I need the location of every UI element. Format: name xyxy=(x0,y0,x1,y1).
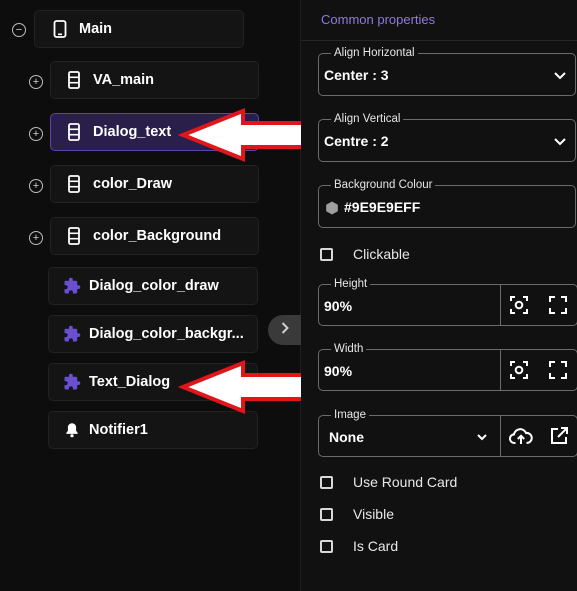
checkbox-label: Clickable xyxy=(353,246,410,262)
field-value: 90% xyxy=(324,298,353,314)
plus-icon: + xyxy=(32,231,40,244)
align-horizontal-select[interactable]: Align Horizontal Center : 3 xyxy=(318,46,576,96)
tree-node-label: Dialog_color_backgr... xyxy=(89,326,244,342)
clickable-checkbox[interactable] xyxy=(320,247,333,261)
puzzle-icon xyxy=(63,277,81,295)
tree-node-label: Notifier1 xyxy=(89,422,148,438)
tree-node-label: VA_main xyxy=(93,72,154,88)
height-field[interactable]: Height 90% xyxy=(318,277,577,326)
open-external-icon[interactable] xyxy=(548,425,570,447)
tree-node-main[interactable]: Main xyxy=(34,10,244,48)
chevron-down-icon xyxy=(554,138,566,146)
expand-toggle-va-main[interactable]: + xyxy=(29,75,43,89)
visible-checkbox-row[interactable]: Visible xyxy=(320,506,394,522)
field-label: Height xyxy=(331,277,371,291)
tree-node-color-draw[interactable]: color_Draw xyxy=(50,165,259,203)
field-label: Align Vertical xyxy=(331,112,404,126)
tree-node-notifier1[interactable]: Notifier1 xyxy=(48,411,258,449)
checkbox-label: Use Round Card xyxy=(353,474,458,490)
clickable-checkbox-row[interactable]: Clickable xyxy=(320,246,410,262)
expand-toggle-color-background[interactable]: + xyxy=(29,231,43,245)
fit-content-icon[interactable] xyxy=(508,359,530,381)
layout-rows-icon xyxy=(65,71,83,89)
is-card-checkbox[interactable] xyxy=(320,539,333,553)
collapse-toggle-main[interactable]: − xyxy=(12,23,26,37)
field-label: Image xyxy=(331,408,369,422)
bell-icon xyxy=(63,422,81,438)
fullscreen-icon[interactable] xyxy=(547,359,569,381)
phone-icon xyxy=(51,20,69,38)
plus-icon: + xyxy=(32,179,40,192)
field-separator xyxy=(500,350,501,390)
tree-node-label: Dialog_color_draw xyxy=(89,278,219,294)
puzzle-icon xyxy=(63,373,81,391)
fullscreen-icon[interactable] xyxy=(547,294,569,316)
expand-toggle-color-draw[interactable]: + xyxy=(29,179,43,193)
background-colour-field[interactable]: Background Colour #9E9E9EFF xyxy=(318,178,576,228)
tree-node-label: color_Draw xyxy=(93,176,172,192)
plus-icon: + xyxy=(32,75,40,88)
field-label: Align Horizontal xyxy=(331,46,418,60)
annotation-arrow-icon xyxy=(178,360,307,414)
puzzle-icon xyxy=(63,325,81,343)
field-value: Center : 3 xyxy=(324,67,389,83)
tree-node-label: Text_Dialog xyxy=(89,374,171,390)
is-card-checkbox-row[interactable]: Is Card xyxy=(320,538,398,554)
minus-icon: − xyxy=(15,23,23,36)
layout-rows-icon xyxy=(65,227,83,245)
align-vertical-select[interactable]: Align Vertical Centre : 2 xyxy=(318,112,576,162)
field-separator xyxy=(500,416,501,456)
tree-node-label: Main xyxy=(79,21,113,37)
tree-node-label: color_Background xyxy=(93,228,222,244)
chevron-down-icon xyxy=(554,72,566,80)
use-round-card-checkbox-row[interactable]: Use Round Card xyxy=(320,474,457,490)
tree-node-dialog-color-background[interactable]: Dialog_color_backgr... xyxy=(48,315,258,353)
fit-content-icon[interactable] xyxy=(508,294,530,316)
checkbox-label: Visible xyxy=(353,506,394,522)
tree-node-color-background[interactable]: color_Background xyxy=(50,217,259,255)
upload-cloud-icon[interactable] xyxy=(508,425,534,447)
chevron-down-icon[interactable] xyxy=(474,429,490,445)
chevron-right-icon xyxy=(280,321,290,339)
expand-toggle-dialog-text[interactable]: + xyxy=(29,127,43,141)
image-select-value[interactable]: None xyxy=(329,429,364,445)
field-label: Background Colour xyxy=(331,178,436,192)
field-value: #9E9E9EFF xyxy=(344,199,421,215)
plus-icon: + xyxy=(32,127,40,140)
layout-rows-icon xyxy=(65,123,83,141)
use-round-card-checkbox[interactable] xyxy=(320,475,333,489)
collapse-panel-button[interactable] xyxy=(268,315,302,345)
tree-node-va-main[interactable]: VA_main xyxy=(50,61,259,99)
annotation-arrow-icon xyxy=(178,108,307,162)
checkbox-label: Is Card xyxy=(353,538,399,554)
tree-node-label: Dialog_text xyxy=(93,124,172,140)
section-title: Common properties xyxy=(321,12,436,27)
field-separator xyxy=(500,285,501,325)
tree-node-dialog-color-draw[interactable]: Dialog_color_draw xyxy=(48,267,258,305)
color-swatch-icon xyxy=(326,201,338,215)
layout-rows-icon xyxy=(65,175,83,193)
width-field[interactable]: Width 90% xyxy=(318,342,577,391)
section-divider xyxy=(301,40,577,41)
field-value: 90% xyxy=(324,363,353,379)
visible-checkbox[interactable] xyxy=(320,507,333,521)
field-label: Width xyxy=(331,342,367,356)
field-value: Centre : 2 xyxy=(324,133,389,149)
image-field[interactable]: Image None xyxy=(318,408,577,457)
